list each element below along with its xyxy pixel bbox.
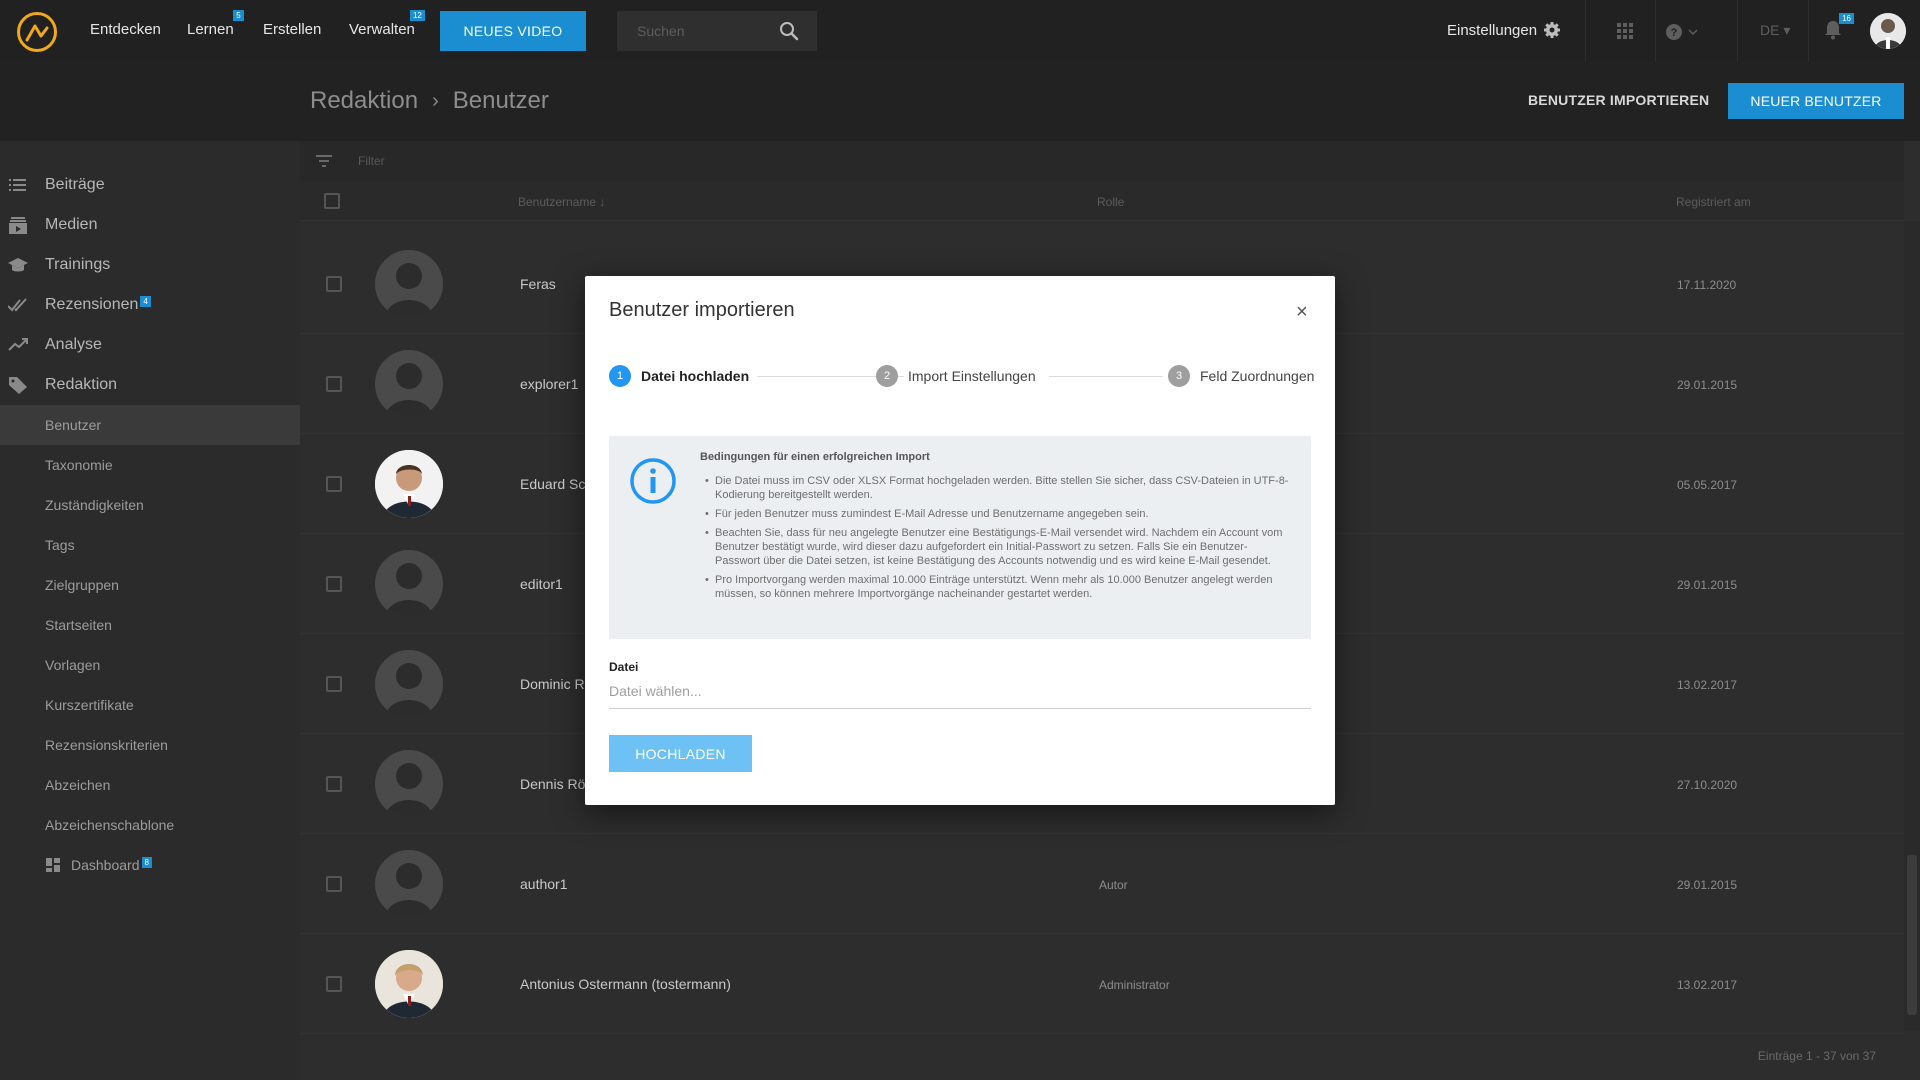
step-import-settings: 2 Import Einstellungen	[876, 365, 1036, 387]
file-chooser-input[interactable]: Datei wählen...	[609, 683, 1311, 709]
info-item: Für jeden Benutzer muss zumindest E-Mail…	[700, 507, 1290, 521]
step-number: 2	[876, 365, 898, 387]
upload-button[interactable]: HOCHLADEN	[609, 735, 752, 772]
step-number: 3	[1168, 365, 1190, 387]
step-number: 1	[609, 365, 631, 387]
file-label: Datei	[609, 660, 639, 674]
import-conditions-box: Bedingungen für einen erfolgreichen Impo…	[609, 436, 1311, 639]
info-item: Pro Importvorgang werden maximal 10.000 …	[700, 573, 1290, 601]
info-icon	[630, 458, 676, 504]
info-item: Beachten Sie, dass für neu angelegte Ben…	[700, 526, 1290, 568]
step-label: Import Einstellungen	[908, 368, 1036, 384]
info-list: Die Datei muss im CSV oder XLSX Format h…	[700, 474, 1290, 606]
info-item: Die Datei muss im CSV oder XLSX Format h…	[700, 474, 1290, 502]
step-label: Datei hochladen	[641, 368, 750, 384]
step-connector	[1049, 376, 1163, 377]
file-placeholder: Datei wählen...	[609, 683, 702, 699]
step-label: Feld Zuordnungen	[1200, 368, 1315, 384]
import-users-dialog: Benutzer importieren × 1 Datei hochladen…	[585, 276, 1335, 805]
step-field-mapping: 3 Feld Zuordnungen	[1168, 365, 1314, 387]
info-title: Bedingungen für einen erfolgreichen Impo…	[700, 451, 930, 463]
close-icon[interactable]: ×	[1296, 301, 1308, 324]
step-upload: 1 Datei hochladen	[609, 365, 749, 387]
dialog-title: Benutzer importieren	[609, 299, 795, 321]
